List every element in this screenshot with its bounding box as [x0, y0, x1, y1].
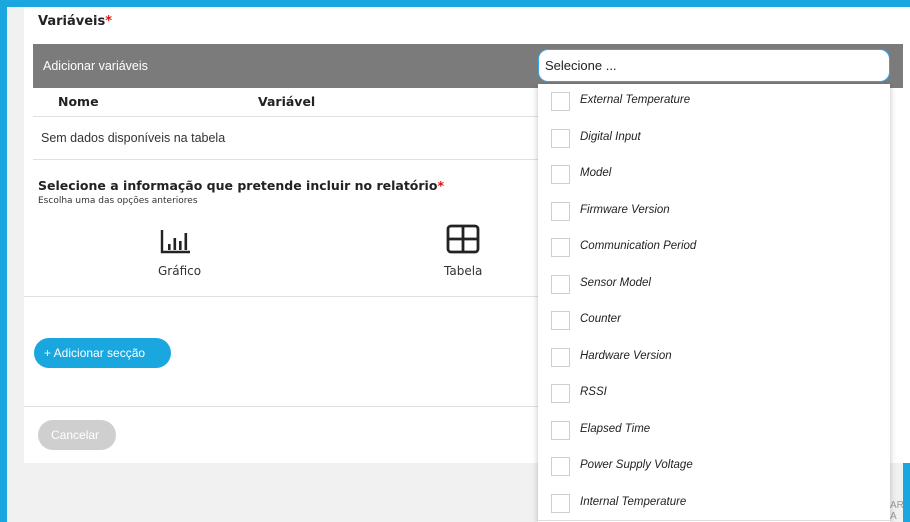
checkbox[interactable]: [551, 420, 570, 440]
dropdown-option[interactable]: Power Supply Voltage: [538, 449, 890, 485]
divider: [24, 406, 544, 407]
checkbox[interactable]: [551, 274, 570, 294]
select-placeholder: Selecione ...: [545, 58, 617, 73]
variables-title: Variáveis*: [38, 14, 113, 29]
table-option-label[interactable]: Tabela: [444, 264, 482, 278]
checkbox[interactable]: [551, 384, 570, 403]
checkbox[interactable]: [551, 347, 570, 367]
dropdown-option[interactable]: RSSI: [538, 376, 890, 412]
truncated-button-text: AR A: [890, 500, 904, 522]
info-subtitle: Escolha uma das opções anteriores: [38, 196, 198, 206]
divider: [33, 116, 543, 117]
dropdown-option[interactable]: External Temperature: [538, 84, 890, 120]
bar-chart-icon[interactable]: [160, 228, 192, 258]
table-icon[interactable]: [446, 224, 480, 258]
empty-table-message: Sem dados disponíveis na tabela: [41, 131, 226, 145]
dropdown-option[interactable]: Internal Temperature: [538, 486, 890, 522]
cancel-button[interactable]: Cancelar: [38, 420, 116, 450]
checkbox[interactable]: [551, 165, 570, 184]
checkbox[interactable]: [551, 457, 570, 476]
checkbox[interactable]: [551, 311, 570, 330]
checkbox[interactable]: [551, 238, 570, 257]
variables-select[interactable]: Selecione ...: [538, 49, 890, 82]
add-section-button[interactable]: + Adicionar secção: [34, 338, 171, 368]
add-variables-label: Adicionar variáveis: [43, 59, 148, 73]
dropdown-option[interactable]: Digital Input: [538, 121, 890, 157]
column-header-nome[interactable]: Nome: [58, 94, 99, 109]
info-title: Selecione a informação que pretende incl…: [38, 178, 444, 193]
checkbox[interactable]: [551, 128, 570, 148]
variables-dropdown: External Temperature Digital Input Model…: [538, 84, 890, 522]
column-header-variavel[interactable]: Variável: [258, 94, 315, 109]
chart-option-label[interactable]: Gráfico: [158, 264, 201, 278]
divider: [538, 520, 890, 521]
divider: [24, 296, 544, 297]
dropdown-option[interactable]: Sensor Model: [538, 267, 890, 303]
divider: [33, 159, 543, 160]
dropdown-option[interactable]: Elapsed Time: [538, 413, 890, 449]
dropdown-option[interactable]: Model: [538, 157, 890, 193]
checkbox[interactable]: [551, 493, 570, 513]
dropdown-option[interactable]: Counter: [538, 303, 890, 339]
checkbox[interactable]: [551, 201, 570, 221]
dropdown-option[interactable]: Communication Period: [538, 230, 890, 266]
dropdown-option[interactable]: Hardware Version: [538, 340, 890, 376]
checkbox[interactable]: [551, 92, 570, 111]
dropdown-option[interactable]: Firmware Version: [538, 194, 890, 230]
